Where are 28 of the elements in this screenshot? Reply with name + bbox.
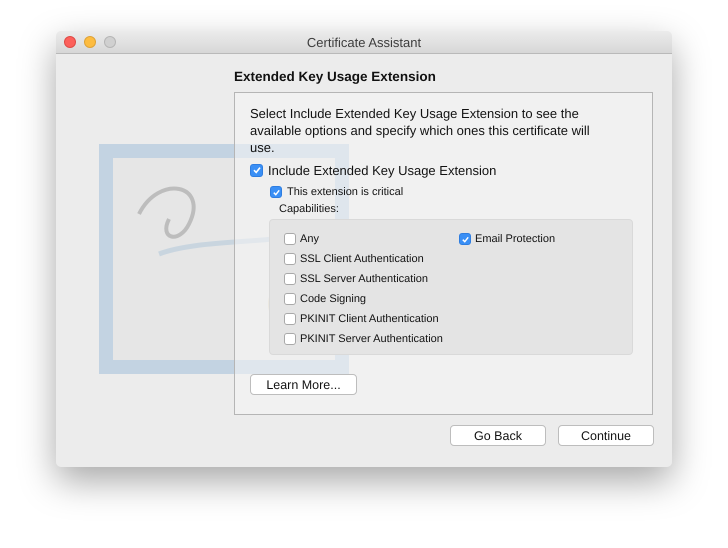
footer-button[interactable]: Go Back bbox=[450, 425, 546, 446]
checkbox-label: SSL Client Authentication bbox=[300, 253, 424, 265]
checkbox[interactable] bbox=[284, 313, 296, 325]
checkbox-label: Code Signing bbox=[300, 293, 366, 305]
zoom-button[interactable] bbox=[104, 36, 116, 48]
checkbox[interactable] bbox=[459, 233, 471, 245]
checkbox[interactable] bbox=[284, 233, 296, 245]
checkbox-label: PKINIT Client Authentication bbox=[300, 313, 439, 325]
checkbox[interactable] bbox=[270, 186, 282, 198]
page-heading: Extended Key Usage Extension bbox=[234, 69, 437, 86]
capabilities-label: Capabilities: bbox=[279, 203, 340, 215]
description-text: Select Include Extended Key Usage Extension to see the available options and specify which ones this certificate will use. bbox=[250, 105, 591, 156]
checkbox-label: PKINIT Server Authentication bbox=[300, 333, 443, 345]
checkbox[interactable] bbox=[284, 333, 296, 345]
checkbox[interactable] bbox=[284, 273, 296, 285]
checkbox[interactable] bbox=[284, 293, 296, 305]
footer-button[interactable]: Continue bbox=[558, 425, 654, 446]
window-title: Certificate Assistant bbox=[306, 34, 422, 50]
learn-more-button[interactable]: Learn More... bbox=[250, 374, 357, 395]
minimize-button[interactable] bbox=[84, 36, 96, 48]
checkbox-label: SSL Server Authentication bbox=[300, 273, 428, 285]
checkbox[interactable] bbox=[250, 164, 263, 176]
checkbox-label: This extension is critical bbox=[287, 186, 404, 198]
checkbox-label: Include Extended Key Usage Extension bbox=[268, 162, 496, 178]
checkbox-label: Email Protection bbox=[475, 233, 556, 245]
checkbox-label: Any bbox=[300, 233, 319, 245]
close-button[interactable] bbox=[64, 36, 76, 48]
checkbox[interactable] bbox=[284, 253, 296, 265]
